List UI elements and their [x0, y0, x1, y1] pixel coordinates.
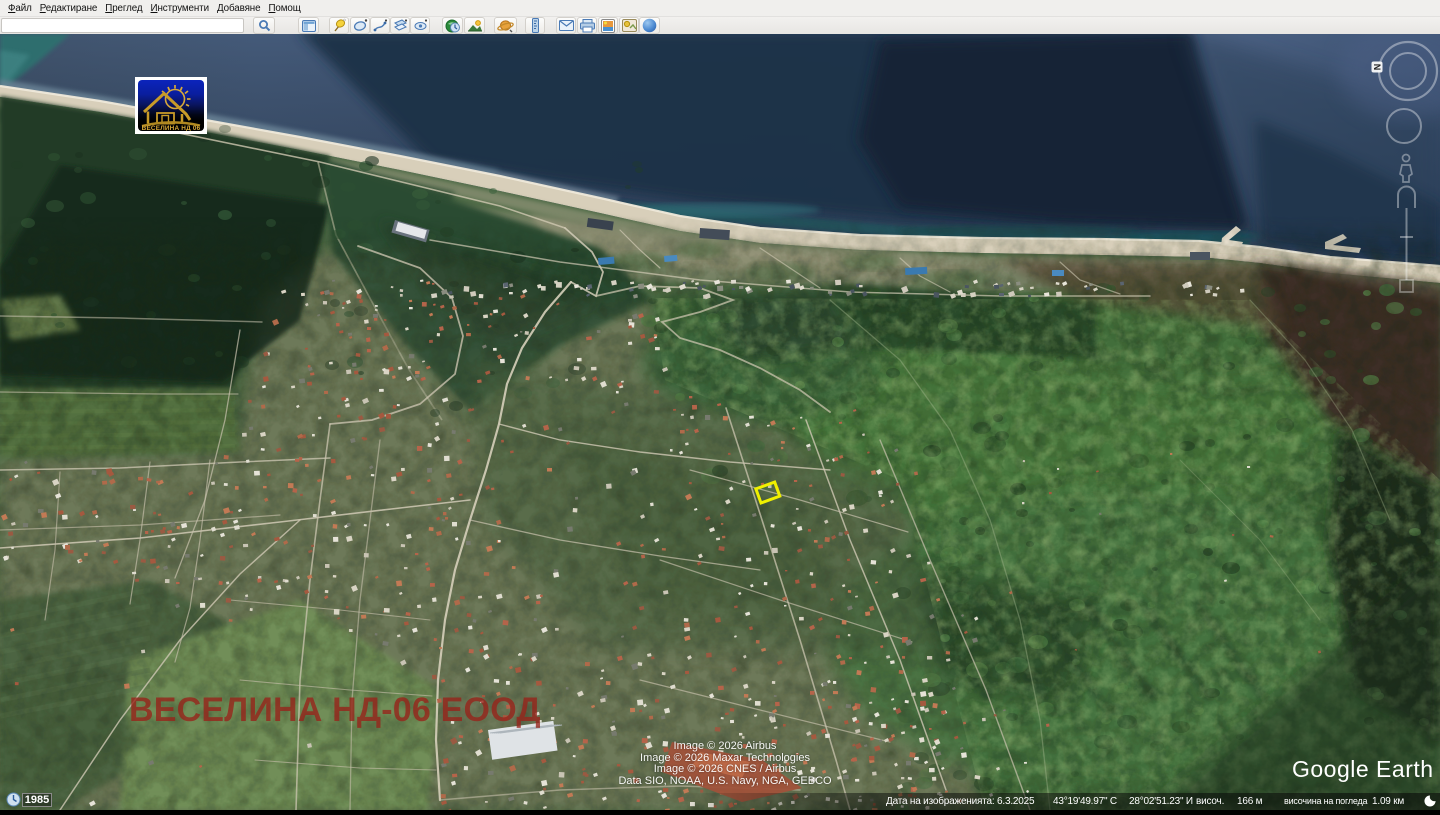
svg-text:N: N: [1373, 64, 1383, 71]
svg-text:ВЕСЕЛИНА НД 06: ВЕСЕЛИНА НД 06: [142, 125, 201, 131]
